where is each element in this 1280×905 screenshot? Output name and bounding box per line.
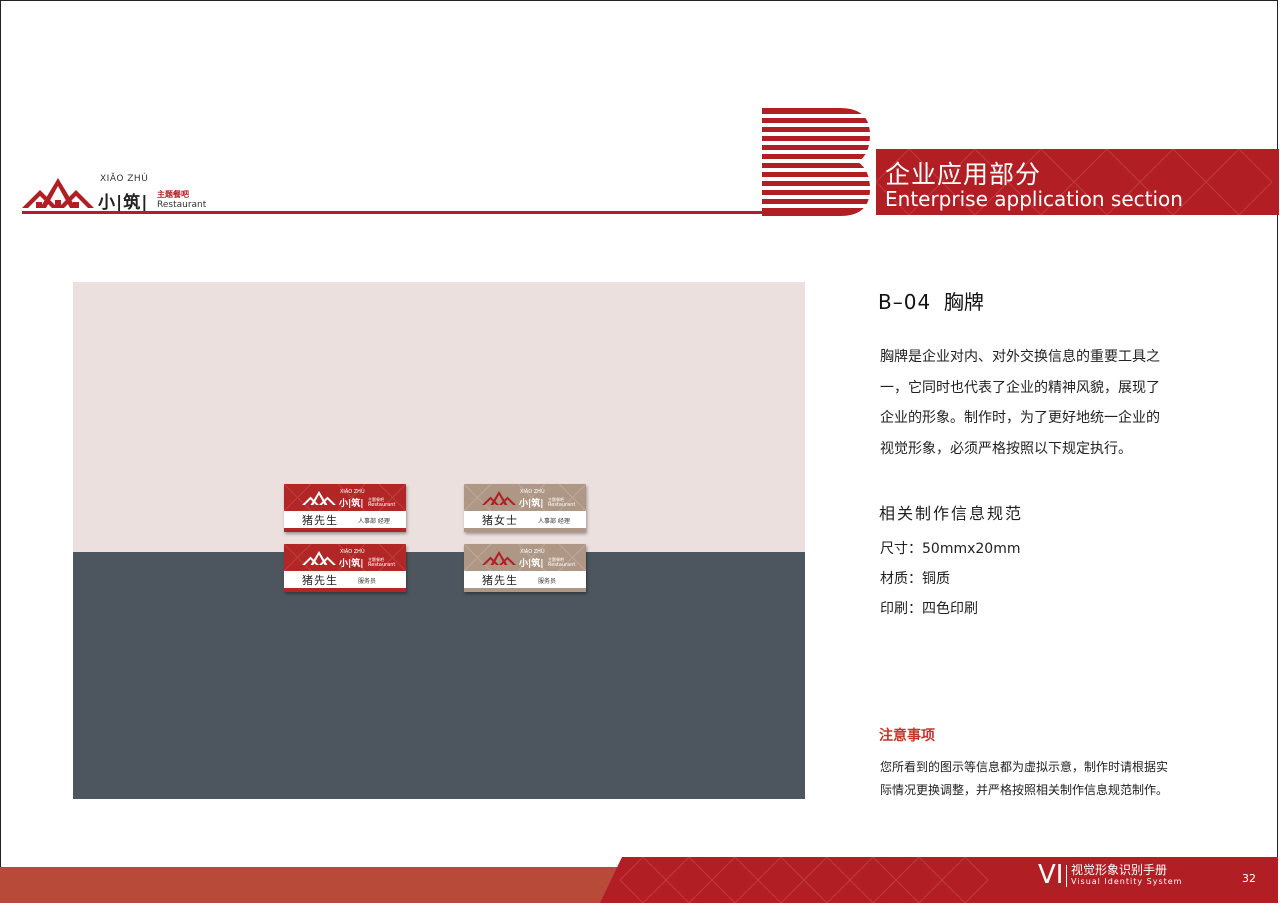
- scene-floor: [73, 552, 805, 799]
- badge-logo-pinyin: XIĂO ZHÙ: [340, 489, 365, 495]
- badge-role: 服务员: [538, 578, 557, 585]
- vi-mark: VI: [1038, 860, 1064, 890]
- page-title: B–04 胸牌: [878, 286, 984, 315]
- paragraph-line: 胸牌是企业对内、对外交换信息的重要工具之: [880, 349, 1160, 365]
- section-title-en: Enterprise application section: [885, 187, 1183, 211]
- description-paragraph: 胸牌是企业对内、对外交换信息的重要工具之 一，它同时也代表了企业的精神风貌，展现…: [880, 342, 1200, 464]
- footer-band-left: [0, 867, 630, 903]
- logo-wordmark: 小|筑|: [98, 193, 149, 213]
- badge-logo-pinyin: XIĂO ZHÙ: [520, 489, 545, 495]
- logo-subtitle: 主题餐吧: [157, 190, 189, 199]
- badge-role: 服务员: [358, 578, 377, 585]
- striped-letter-b-icon: [762, 108, 870, 216]
- badge-name: 猪先生: [482, 574, 518, 587]
- badge-logo-pinyin: XIĂO ZHÙ: [340, 549, 365, 555]
- house-roofs-icon: [482, 550, 516, 566]
- badge-name: 猪先生: [302, 574, 338, 587]
- badge-logo-wordmark: 小|筑|: [519, 559, 544, 569]
- badge-logo-english: Restaurant: [368, 562, 396, 568]
- page-number: 32: [1242, 872, 1256, 885]
- badge-mockup-scene: XIĂO ZHÙ 小|筑| 主题餐吧 Restaurant 猪先生 人事部 经理…: [73, 282, 805, 799]
- badge-role: 人事部 经理: [538, 518, 570, 525]
- section-code: B–04: [878, 290, 932, 314]
- badge-role: 人事部 经理: [358, 518, 390, 525]
- paragraph-line: 企业的形象。制作时，为了更好地统一企业的: [880, 410, 1160, 426]
- spec-item: 印刷：四色印刷: [880, 601, 978, 617]
- badge-logo-english: Restaurant: [548, 562, 576, 568]
- spec-item: 尺寸：50mmx20mm: [880, 541, 1021, 557]
- badge-name: 猪先生: [302, 514, 338, 527]
- footer-title-zh: 视觉形象识别手册: [1071, 863, 1168, 877]
- header-rule: [22, 211, 767, 214]
- house-roofs-icon: [482, 490, 516, 506]
- house-roofs-icon: [22, 178, 94, 208]
- spec-list: 尺寸：50mmx20mm 材质：铜质 印刷：四色印刷: [880, 534, 1020, 624]
- badge-logo-pinyin: XIĂO ZHÙ: [520, 549, 545, 555]
- badge-logo-wordmark: 小|筑|: [339, 499, 364, 509]
- name-badge: XIĂO ZHÙ 小|筑| 主题餐吧 Restaurant 猪先生 人事部 经理: [284, 484, 406, 532]
- badge-logo-english: Restaurant: [548, 502, 576, 508]
- badge-logo-english: Restaurant: [368, 502, 396, 508]
- scene-wall: [73, 282, 805, 552]
- logo-english: Restaurant: [157, 200, 207, 210]
- badge-logo-wordmark: 小|筑|: [519, 499, 544, 509]
- badge-name: 猪女士: [482, 514, 518, 527]
- brand-logo: XIĂO ZHÙ 小|筑| 主题餐吧 Restaurant: [22, 174, 222, 216]
- name-badge: XIĂO ZHÙ 小|筑| 主题餐吧 Restaurant 猪先生 服务员: [464, 544, 586, 592]
- section-title-zh: 企业应用部分: [885, 160, 1042, 189]
- section-banner: 企业应用部分 Enterprise application section: [876, 149, 1279, 215]
- house-roofs-icon: [302, 490, 336, 506]
- note-line: 您所看到的图示等信息都为虚拟示意，制作时请根据实: [880, 760, 1169, 774]
- badge-logo-wordmark: 小|筑|: [339, 559, 364, 569]
- note-line: 际情况更换调整，并严格按照相关制作信息规范制作。: [880, 783, 1169, 797]
- paragraph-line: 视觉形象，必须严格按照以下规定执行。: [880, 440, 1132, 457]
- footer-divider: [1066, 865, 1067, 887]
- name-badge: XIĂO ZHÙ 小|筑| 主题餐吧 Restaurant 猪先生 服务员: [284, 544, 406, 592]
- note-text: 您所看到的图示等信息都为虚拟示意，制作时请根据实 际情况更换调整，并严格按照相关…: [880, 756, 1210, 802]
- note-heading: 注意事项: [879, 728, 935, 744]
- house-roofs-icon: [302, 550, 336, 566]
- paragraph-line: 一，它同时也代表了企业的精神风貌，展现了: [880, 379, 1160, 396]
- spec-heading: 相关制作信息规范: [879, 504, 1024, 523]
- name-badge: XIĂO ZHÙ 小|筑| 主题餐吧 Restaurant 猪女士 人事部 经理: [464, 484, 586, 532]
- section-name: 胸牌: [943, 290, 984, 314]
- spec-item: 材质：铜质: [880, 571, 950, 587]
- footer-title-en: Visual Identity System: [1071, 877, 1183, 886]
- logo-pinyin: XIĂO ZHÙ: [100, 174, 149, 184]
